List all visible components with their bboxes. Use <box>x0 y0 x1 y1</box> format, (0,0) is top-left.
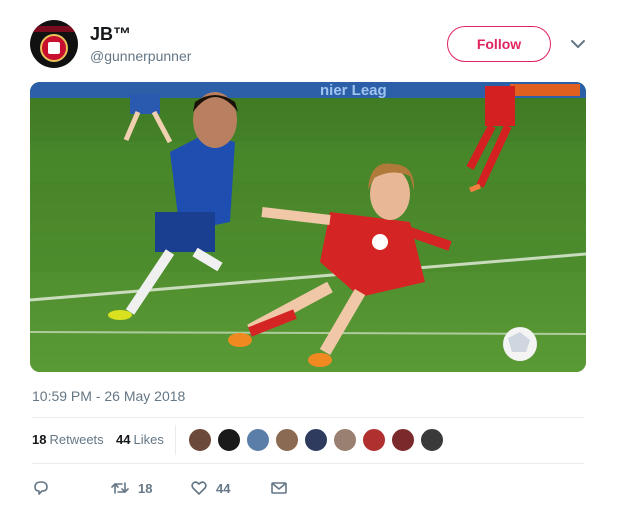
chevron-down-icon[interactable] <box>568 34 588 54</box>
retweet-count: 18 <box>138 480 153 496</box>
tweet-timestamp[interactable]: 10:59 PM - 26 May 2018 <box>32 388 185 404</box>
likes-stat[interactable]: 44 Likes <box>116 432 164 447</box>
envelope-icon <box>271 482 287 494</box>
retweet-icon <box>111 482 129 494</box>
liker-avatar[interactable] <box>275 428 299 452</box>
retweets-stat[interactable]: 18 Retweets <box>32 432 104 447</box>
liker-avatar[interactable] <box>188 428 212 452</box>
liker-avatar[interactable] <box>304 428 328 452</box>
liker-avatar[interactable] <box>333 428 357 452</box>
direct-message-button[interactable] <box>270 477 288 499</box>
heart-icon <box>191 481 207 495</box>
retweets-count: 18 <box>32 432 47 447</box>
reply-button[interactable] <box>32 477 50 499</box>
liker-avatar[interactable] <box>246 428 270 452</box>
avatar-band <box>30 26 78 32</box>
liker-avatar[interactable] <box>217 428 241 452</box>
banner-text: nier Leag <box>320 82 387 99</box>
follow-button[interactable]: Follow <box>447 26 551 62</box>
like-count: 44 <box>216 480 231 496</box>
tweet-media-image[interactable]: nier Leag <box>30 82 586 372</box>
liker-avatar[interactable] <box>420 428 444 452</box>
avatar[interactable] <box>30 20 78 68</box>
likes-count: 44 <box>116 432 131 447</box>
retweets-label: Retweets <box>49 432 104 447</box>
liker-avatar[interactable] <box>362 428 386 452</box>
divider <box>32 417 584 418</box>
likes-label: Likes <box>133 432 164 447</box>
tweet-header: JB™ @gunnerpunner Follow <box>30 20 590 70</box>
stats-separator <box>175 425 176 455</box>
user-name[interactable]: JB™ <box>90 24 131 45</box>
match-photo: nier Leag <box>30 82 586 372</box>
divider <box>32 463 584 464</box>
tweet-actions: 18 44 <box>32 477 332 499</box>
liker-avatar[interactable] <box>391 428 415 452</box>
cannon-icon <box>48 42 60 54</box>
like-button[interactable]: 44 <box>190 477 230 499</box>
tweet-stats: 18 Retweets 44 Likes <box>32 425 584 455</box>
user-handle[interactable]: @gunnerpunner <box>90 48 191 64</box>
retweet-button[interactable]: 18 <box>110 477 152 499</box>
reply-icon <box>34 481 48 495</box>
